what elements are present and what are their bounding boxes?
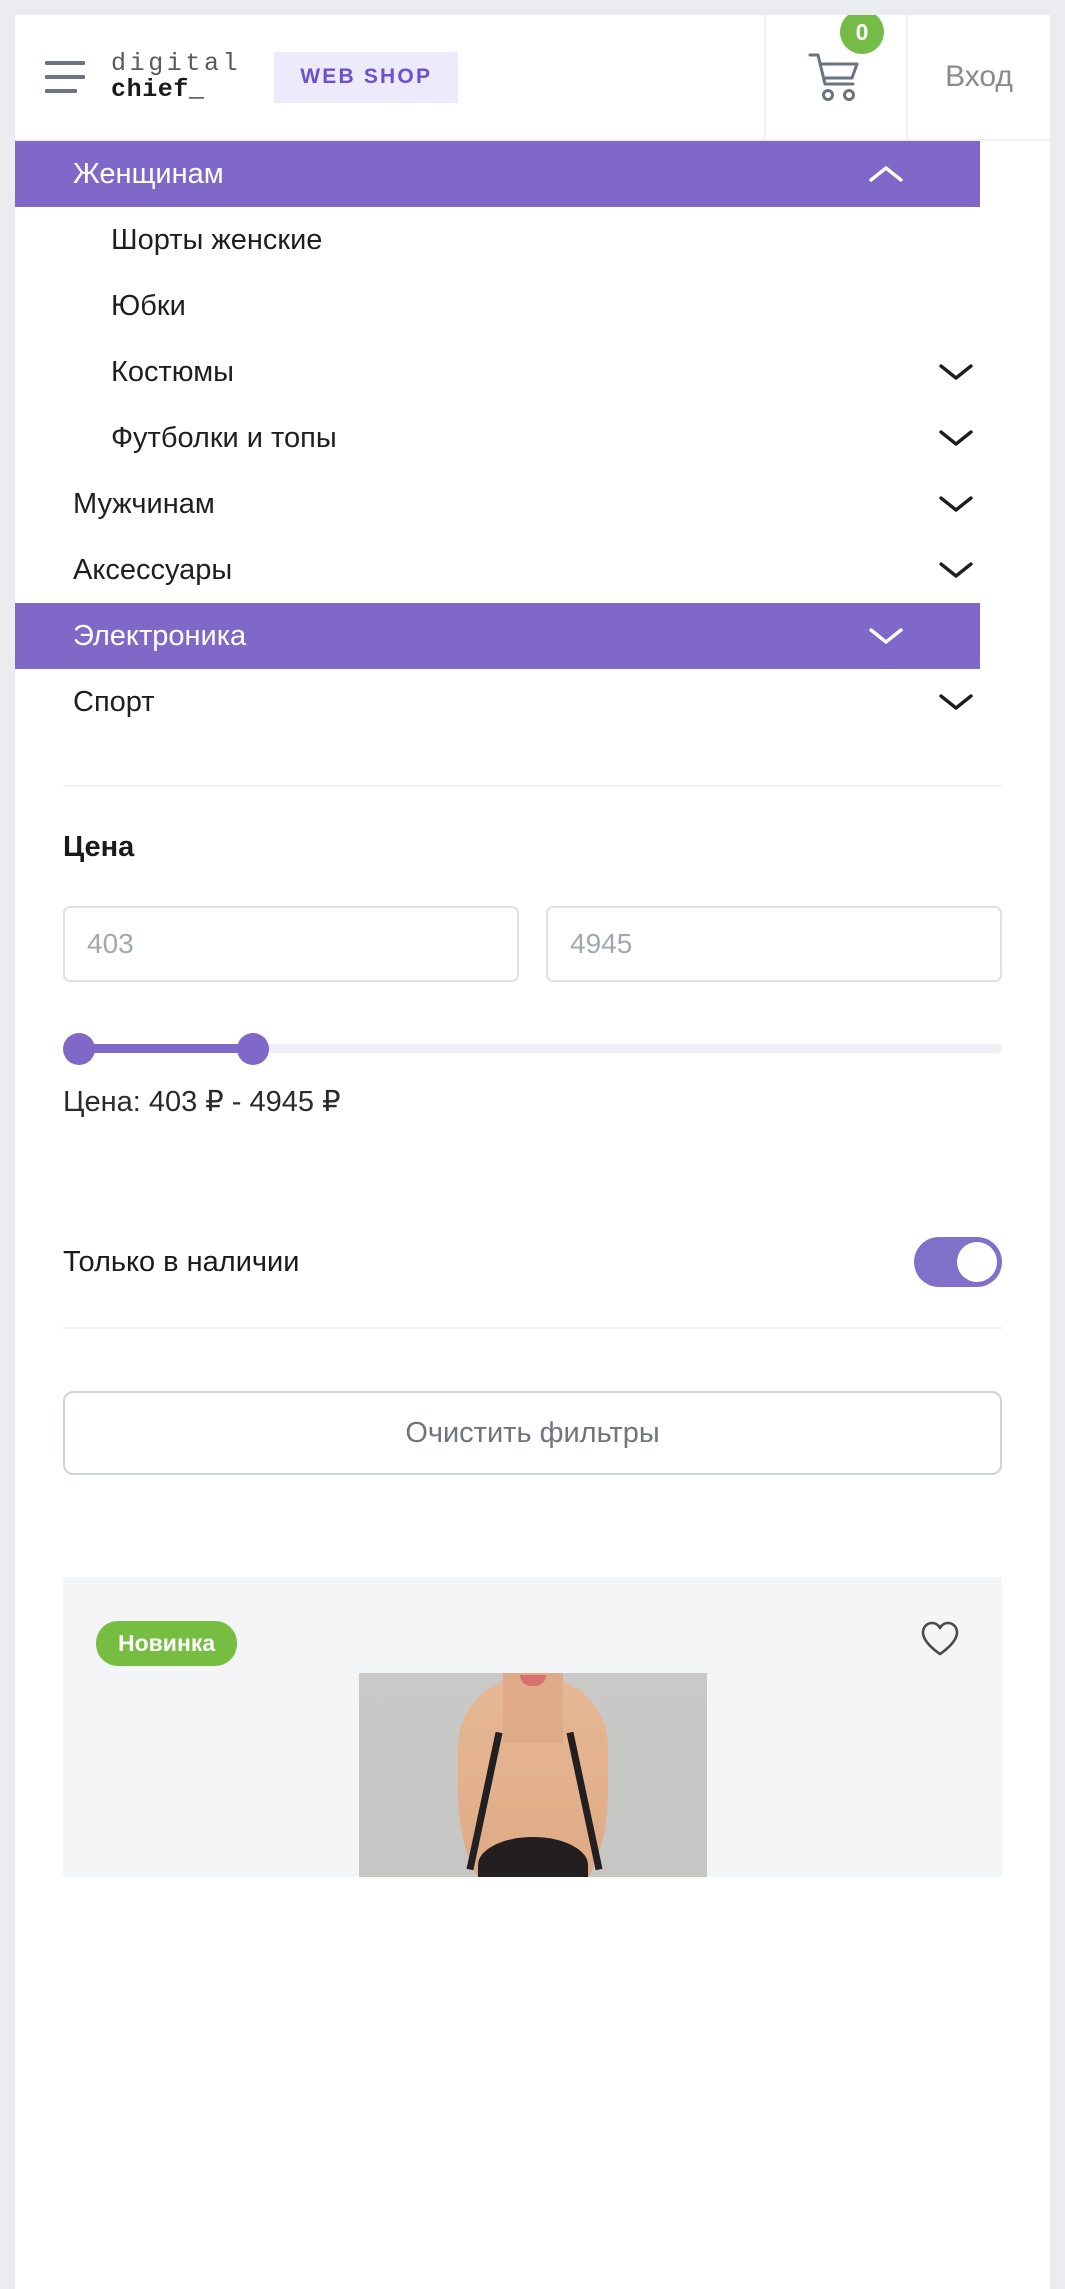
- product-image: [358, 1673, 707, 1877]
- category-label: Юбки: [111, 289, 186, 322]
- price-min-input[interactable]: [63, 906, 519, 982]
- hamburger-bar: [45, 75, 85, 79]
- chevron-down-icon: [936, 484, 976, 524]
- page-root: digital chief_ WEB SHOP 0 Вход Женщинам: [15, 15, 1050, 2289]
- category-electronics[interactable]: Электроника: [15, 603, 980, 669]
- category-label: Футболки и топы: [111, 421, 337, 454]
- chevron-down-icon: [936, 418, 976, 458]
- menu-filters-gap: [15, 735, 1050, 785]
- category-accessories[interactable]: Аксессуары: [15, 537, 1050, 603]
- chevron-down-icon: [936, 550, 976, 590]
- category-suits[interactable]: Костюмы: [15, 339, 1050, 405]
- category-womens-shorts[interactable]: Шорты женские: [15, 207, 1050, 273]
- category-label: Костюмы: [111, 355, 235, 388]
- category-label: Спорт: [73, 685, 155, 718]
- login-button[interactable]: Вход: [908, 15, 1050, 140]
- cart-button[interactable]: 0: [764, 15, 908, 140]
- slider-active-range: [77, 1044, 253, 1053]
- site-header: digital chief_ WEB SHOP 0 Вход: [15, 15, 1050, 141]
- status-badge: Новинка: [96, 1621, 238, 1666]
- in-stock-toggle[interactable]: [914, 1237, 1002, 1287]
- slider-handle-min[interactable]: [63, 1033, 95, 1065]
- toggle-knob: [957, 1242, 997, 1282]
- price-range-slider[interactable]: [63, 1026, 1002, 1070]
- price-input-group: [63, 906, 1002, 982]
- category-tshirts-tops[interactable]: Футболки и топы: [15, 405, 1050, 471]
- in-stock-filter-row: Только в наличии: [63, 1227, 1002, 1297]
- filters-panel: Цена Цена: 403 ₽ - 4945 ₽ Только в налич…: [15, 787, 1050, 1297]
- site-logo[interactable]: digital chief_: [111, 48, 242, 104]
- in-stock-label: Только в наличии: [63, 1245, 300, 1278]
- logo-line-1: digital: [111, 48, 242, 78]
- category-sport[interactable]: Спорт: [15, 669, 1050, 735]
- divider-below-stock: [63, 1327, 1002, 1329]
- chevron-down-icon: [866, 616, 906, 656]
- price-max-input[interactable]: [546, 906, 1002, 982]
- cart-count-badge: 0: [840, 15, 884, 54]
- hamburger-bar: [45, 89, 77, 93]
- chevron-up-icon: [866, 154, 906, 194]
- webshop-badge[interactable]: WEB SHOP: [274, 51, 459, 103]
- chevron-down-icon: [936, 682, 976, 722]
- chevron-down-icon: [936, 352, 976, 392]
- category-label: Шорты женские: [111, 223, 323, 256]
- category-label: Мужчинам: [73, 487, 215, 520]
- category-men[interactable]: Мужчинам: [15, 471, 1050, 537]
- category-label: Женщинам: [73, 157, 224, 190]
- hamburger-menu-icon[interactable]: [45, 61, 85, 93]
- product-card[interactable]: Новинка: [63, 1577, 1002, 1877]
- category-label: Электроника: [73, 619, 247, 652]
- shopping-cart-icon: [807, 51, 865, 103]
- category-skirts[interactable]: Юбки: [15, 273, 1050, 339]
- filters-actions: Очистить фильтры: [15, 1391, 1050, 1475]
- hamburger-bar: [45, 61, 85, 65]
- price-filter-title: Цена: [63, 831, 135, 863]
- heart-icon[interactable]: [918, 1617, 962, 1661]
- logo-line-2: chief_: [111, 75, 205, 104]
- price-range-readout: Цена: 403 ₽ - 4945 ₽: [63, 1086, 341, 1118]
- slider-handle-max[interactable]: [237, 1033, 269, 1065]
- clear-filters-button[interactable]: Очистить фильтры: [63, 1391, 1002, 1475]
- category-menu: Женщинам Шорты женские Юбки Костюмы Футб…: [15, 141, 1050, 735]
- category-label: Аксессуары: [73, 553, 233, 586]
- category-women[interactable]: Женщинам: [15, 141, 980, 207]
